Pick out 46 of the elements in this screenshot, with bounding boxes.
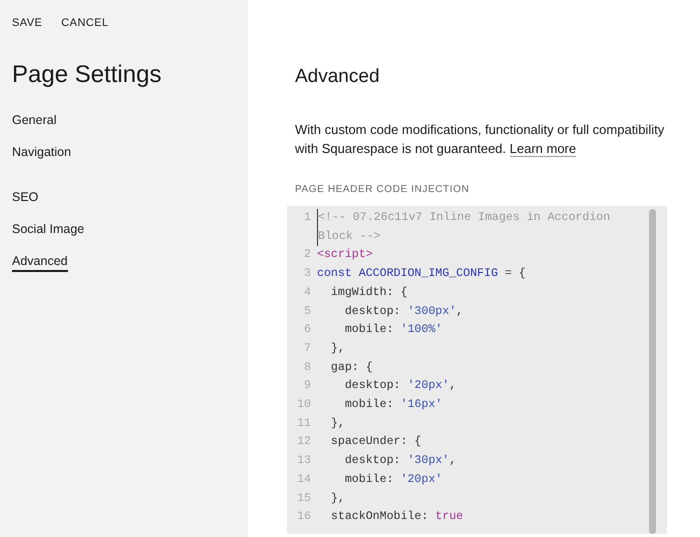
code-line: stackOnMobile: true <box>330 509 464 526</box>
code-line: <!-- 07.26c11v7 Inline Images in Accordion Block --> <box>317 209 637 246</box>
nav-link[interactable]: Advanced <box>12 253 68 272</box>
line-number: 14 <box>296 472 312 488</box>
code-line: desktop: '20px', <box>344 378 458 394</box>
line-number: 10 <box>296 397 312 414</box>
nav-link[interactable]: Social Image <box>12 221 84 240</box>
nav-link[interactable]: General <box>12 112 56 131</box>
code-line: mobile: '20px' <box>344 472 444 488</box>
line-number: 4 <box>303 284 312 301</box>
code-line: gap: { <box>330 360 374 376</box>
code-line: desktop: '300px', <box>344 304 464 320</box>
code-line: }, <box>330 416 346 432</box>
toolbar-button[interactable]: SAVE <box>12 16 42 30</box>
nav-link[interactable]: Navigation <box>12 144 72 163</box>
learn-more-link[interactable]: Learn more <box>510 141 576 157</box>
line-number: 2 <box>303 247 312 264</box>
code-line: desktop: '30px', <box>344 453 458 470</box>
line-number: 15 <box>296 490 312 507</box>
description-text: With custom code modifications, functionality or full compatibility with Squarespace is not guaranteed. Learn more <box>295 121 666 158</box>
sidebar-title: Page Settings <box>12 60 162 90</box>
code-line: mobile: '100%' <box>344 322 444 338</box>
line-number: 12 <box>296 434 312 450</box>
code-line: spaceUnder: { <box>330 434 422 450</box>
line-number: 13 <box>296 453 312 470</box>
code-line: }, <box>330 490 346 507</box>
line-number: 11 <box>296 416 312 432</box>
code-line: mobile: '16px' <box>344 397 444 414</box>
field-label: PAGE HEADER CODE INJECTION <box>295 183 470 197</box>
code-line: imgWidth: { <box>330 284 408 301</box>
line-number: 7 <box>303 340 312 357</box>
section-title: Advanced <box>295 65 381 89</box>
line-number: 8 <box>303 360 312 376</box>
toolbar-button[interactable]: CANCEL <box>61 16 109 30</box>
line-number: 3 <box>303 266 312 282</box>
line-number: 9 <box>303 378 312 394</box>
nav-link[interactable]: SEO <box>12 189 38 208</box>
code-line: }, <box>330 340 346 357</box>
line-number: 5 <box>303 304 312 320</box>
scrollbar-thumb[interactable] <box>649 209 656 534</box>
code-line: const ACCORDION_IMG_CONFIG = { <box>317 266 527 282</box>
line-number: 6 <box>303 322 312 338</box>
line-number: 16 <box>296 509 312 526</box>
line-number: 1 <box>303 210 312 226</box>
code-line: <script> <box>317 247 374 264</box>
code-editor[interactable] <box>287 206 667 534</box>
